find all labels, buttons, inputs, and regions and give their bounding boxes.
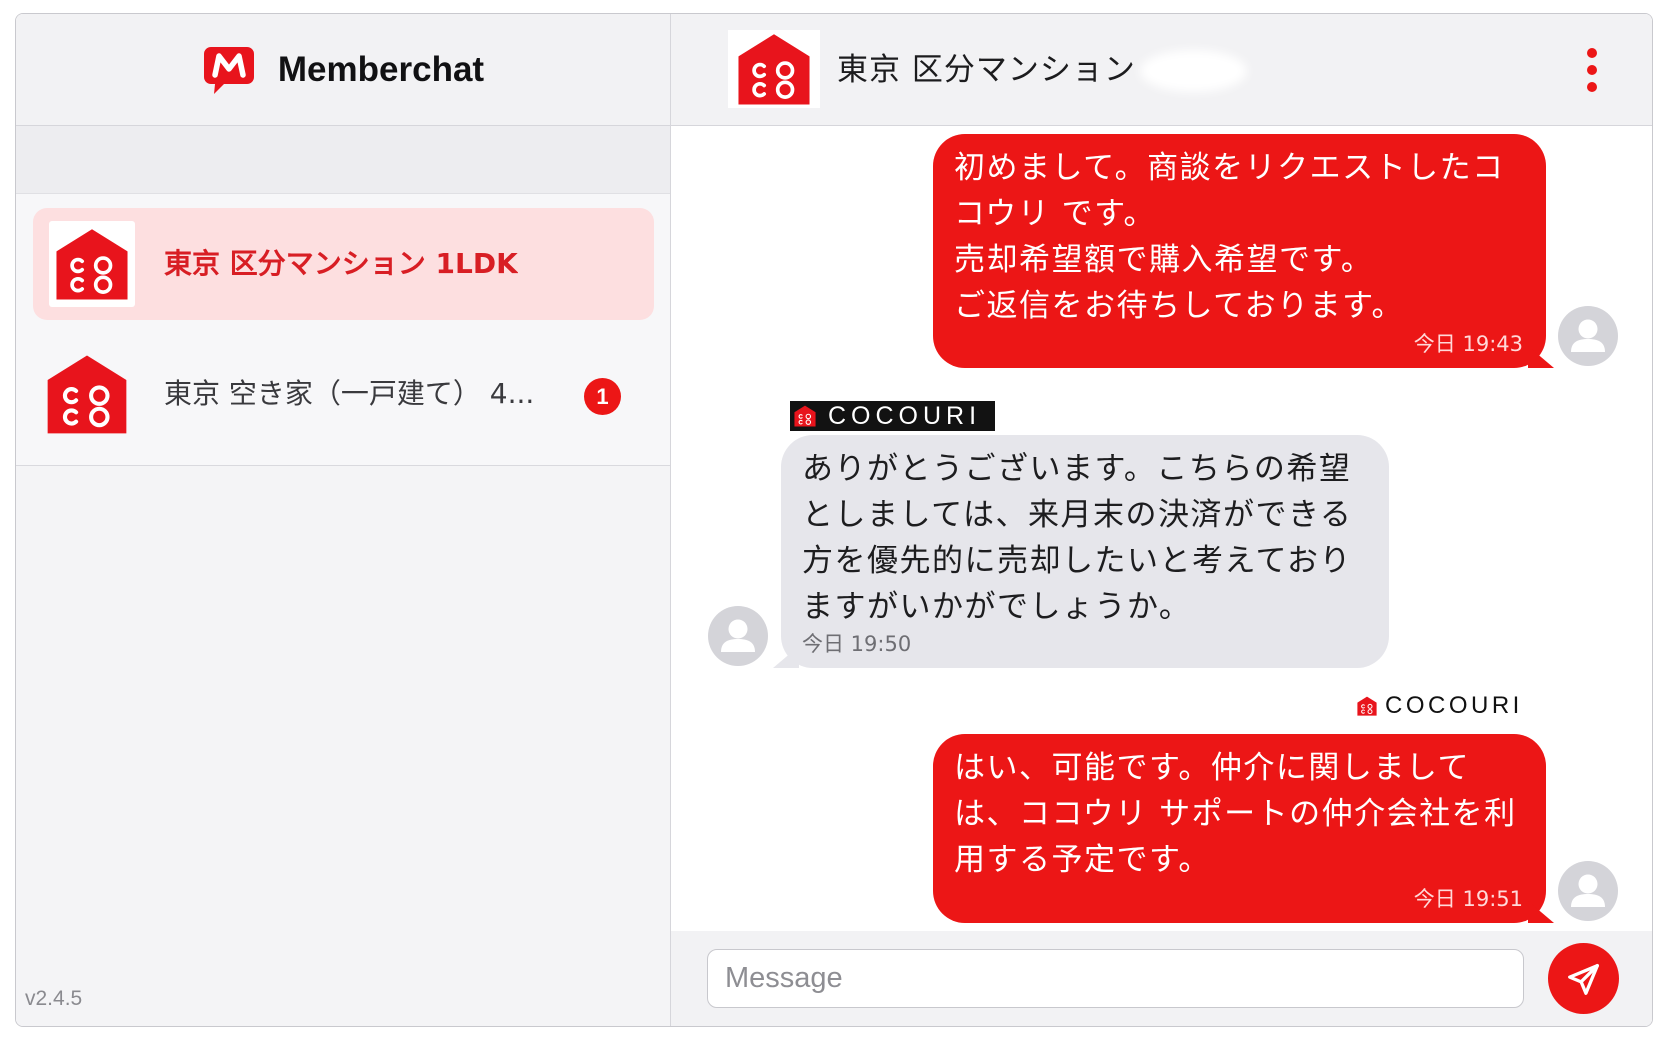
conversation-logo (49, 221, 135, 307)
message-line: 初めまして。商談をリクエストしたコ (954, 150, 1505, 186)
message-line: 方を優先的に売却したいと考えており (802, 543, 1353, 579)
paper-plane-icon (1567, 963, 1599, 995)
user-avatar-icon (708, 606, 768, 666)
cocouri-house-icon (55, 227, 129, 301)
cocouri-house-icon (1357, 696, 1377, 716)
sidebar: Memberchat 東京 区分マンション 1LDK 東京 空き家（一戸建て） … (16, 14, 671, 1026)
sidebar-toolbar-band (16, 126, 670, 194)
sidebar-header: Memberchat (16, 14, 670, 126)
chat-logo (728, 30, 820, 108)
message-line: ますがいかがでしょうか。 (802, 589, 1192, 625)
memberchat-logo-icon (203, 46, 254, 94)
conversation-item-selected[interactable]: 東京 区分マンション 1LDK (33, 208, 654, 320)
conversation-title: 東京 区分マンション 1LDK (164, 247, 518, 280)
message-line: は、ココウリ サポートの仲介会社を利 (954, 796, 1517, 832)
user-avatar-icon (1558, 861, 1618, 921)
sender-brand-text: COCOURI (1385, 692, 1523, 719)
message-composer (671, 931, 1652, 1026)
chat-pane: 東京 区分マンション 初めまして。商談をリクエストしたコ コウリ です。 売却希… (671, 14, 1652, 1026)
conversation-list: 東京 区分マンション 1LDK 東京 空き家（一戸建て） 4... 1 (16, 194, 670, 466)
user-avatar-icon (1558, 306, 1618, 366)
chat-title: 東京 区分マンション (837, 52, 1136, 88)
app-name: Memberchat (277, 49, 485, 89)
redaction-blur (1140, 50, 1247, 92)
app-window: Memberchat 東京 区分マンション 1LDK 東京 空き家（一戸建て） … (15, 13, 1653, 1027)
cocouri-house-icon (46, 353, 128, 435)
sender-brand-label: COCOURI (1357, 692, 1529, 720)
menu-dot (1587, 82, 1597, 92)
message-bubble-outgoing: はい、可能です。仲介に関しまして は、ココウリ サポートの仲介会社を利 用する予… (933, 734, 1546, 923)
message-line: としましては、来月末の決済ができる (802, 497, 1353, 533)
message-line: 売却希望額で購入希望です。 (954, 242, 1374, 278)
send-button[interactable] (1548, 943, 1619, 1014)
message-line: はい、可能です。仲介に関しまして (954, 750, 1470, 786)
sender-brand-text: COCOURI (828, 401, 982, 430)
conversation-title: 東京 空き家（一戸建て） 4... (164, 377, 535, 410)
chat-header: 東京 区分マンション (671, 14, 1652, 126)
message-line: ご返信をお待ちしております。 (954, 288, 1405, 324)
message-line: コウリ です。 (954, 196, 1157, 232)
kebab-menu-icon[interactable] (1587, 48, 1597, 92)
cocouri-house-icon (737, 32, 811, 106)
message-bubble-incoming: ありがとうございます。こちらの希望 としましては、来月末の決済ができる 方を優先… (781, 435, 1389, 668)
menu-dot (1587, 48, 1597, 58)
cocouri-house-icon (794, 405, 816, 427)
message-bubble-outgoing: 初めまして。商談をリクエストしたコ コウリ です。 売却希望額で購入希望です。 … (933, 134, 1546, 368)
sender-brand-label: COCOURI (790, 401, 995, 431)
menu-dot (1587, 65, 1597, 75)
message-timestamp: 今日 19:43 (1413, 332, 1523, 356)
message-line: ありがとうございます。こちらの希望 (802, 451, 1352, 487)
message-line: 用する予定です。 (954, 842, 1211, 878)
message-timestamp: 今日 19:50 (802, 632, 912, 656)
conversation-item[interactable]: 東京 空き家（一戸建て） 4... 1 (33, 338, 654, 450)
message-input[interactable] (707, 949, 1524, 1008)
app-version: v2.4.5 (25, 987, 83, 1010)
unread-badge: 1 (584, 378, 621, 415)
message-timestamp: 今日 19:51 (1413, 887, 1523, 911)
